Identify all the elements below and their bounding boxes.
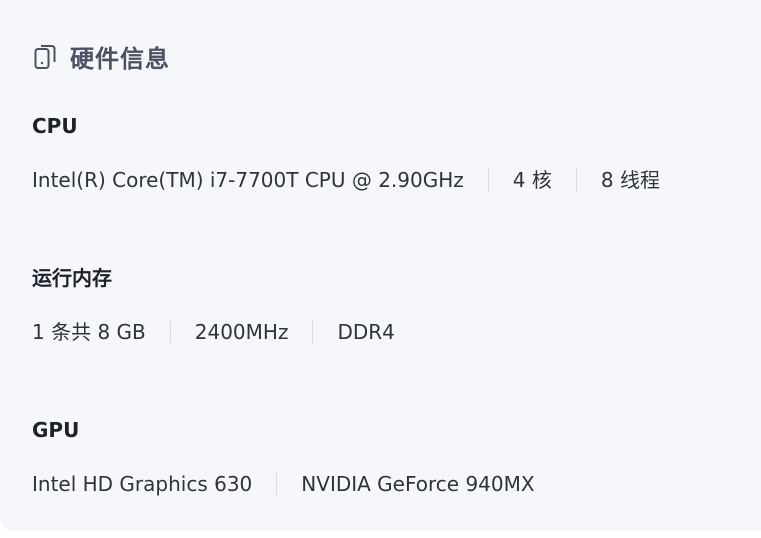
divider: [487, 169, 489, 191]
divider: [276, 473, 278, 495]
gpu-discrete: NVIDIA GeForce 940MX: [301, 472, 535, 496]
cpu-model: Intel(R) Core(TM) i7-7700T CPU @ 2.90GHz: [32, 168, 464, 192]
card-title: 硬件信息: [70, 45, 170, 73]
cpu-section-title: CPU: [32, 114, 78, 138]
divider: [575, 169, 577, 191]
divider: [312, 321, 314, 343]
cpu-section: CPU Intel(R) Core(TM) i7-7700T CPU @ 2.9…: [32, 114, 660, 192]
gpu-integrated: Intel HD Graphics 630: [32, 472, 253, 496]
memory-type: DDR4: [337, 320, 395, 344]
card-header: 硬件信息: [34, 39, 170, 74]
memory-section-title: 运行内存: [32, 266, 112, 290]
cpu-info-row: Intel(R) Core(TM) i7-7700T CPU @ 2.90GHz…: [32, 168, 660, 192]
memory-size: 1 条共 8 GB: [32, 320, 146, 344]
gpu-section: GPU Intel HD Graphics 630 NVIDIA GeForce…: [32, 418, 535, 496]
memory-section: 运行内存 1 条共 8 GB 2400MHz DDR4: [32, 266, 395, 344]
divider: [169, 321, 171, 343]
cpu-threads: 8 线程: [600, 168, 660, 192]
gpu-info-row: Intel HD Graphics 630 NVIDIA GeForce 940…: [32, 472, 535, 496]
memory-speed: 2400MHz: [194, 320, 289, 344]
memory-info-row: 1 条共 8 GB 2400MHz DDR4: [32, 320, 395, 344]
cpu-cores: 4 核: [512, 168, 552, 192]
gpu-section-title: GPU: [32, 418, 80, 442]
phone-icon: [34, 44, 56, 70]
